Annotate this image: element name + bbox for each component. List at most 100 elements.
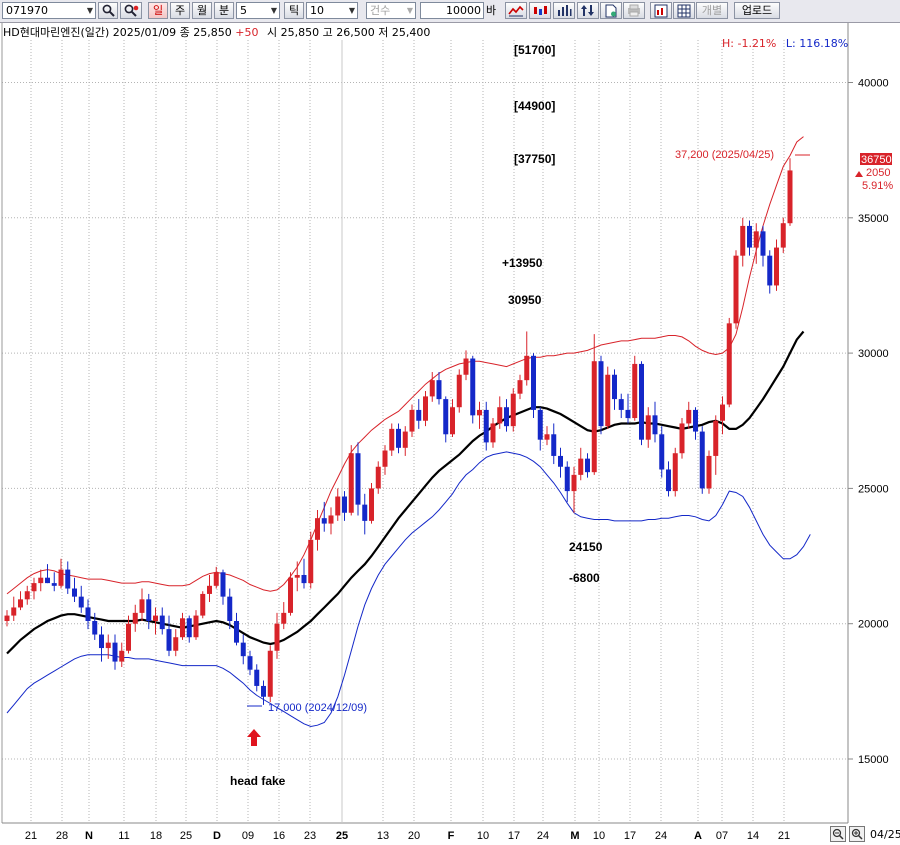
- candle-body: [31, 583, 37, 592]
- candle-body: [267, 650, 273, 697]
- candle-body: [605, 374, 611, 427]
- stock-ohl: 시 25,850 고 26,500 저 25,400: [267, 26, 431, 39]
- up-arrow-icon: [247, 729, 261, 746]
- toolbar: 071970 ▼ 일 주 월 분 5▼ 틱 10▼ 건수 ▼ 10000 바: [0, 0, 900, 23]
- zoom-out-button[interactable]: [830, 826, 846, 842]
- price-tag-value: 36750: [861, 154, 892, 166]
- target-label-1: [51700]: [514, 43, 555, 57]
- minute-combo[interactable]: 5 ▼: [236, 2, 280, 19]
- period-day-button[interactable]: 일: [148, 2, 168, 19]
- candle-body: [551, 434, 557, 456]
- candle-body: [85, 607, 91, 621]
- document-button[interactable]: [600, 2, 622, 19]
- candle-body: [294, 574, 300, 578]
- candle-body: [11, 607, 17, 616]
- candle-body: [591, 361, 597, 473]
- candle-body: [24, 591, 30, 600]
- candle-body: [58, 569, 64, 586]
- chart-line-button[interactable]: [505, 2, 527, 19]
- moving-average-line: [6, 330, 805, 655]
- x-tick-label: 17: [508, 830, 520, 842]
- upload-button[interactable]: 업로드: [734, 2, 780, 19]
- individual-button[interactable]: 개별: [696, 2, 728, 19]
- price-tag-pct: 5.91%: [862, 180, 893, 192]
- tick-combo[interactable]: 10 ▼: [306, 2, 358, 19]
- candle-body: [240, 642, 246, 657]
- candle-body: [699, 431, 705, 489]
- candle-body: [423, 396, 428, 421]
- candle-body: [180, 618, 185, 638]
- stock-code-combo[interactable]: 071970 ▼: [2, 2, 96, 19]
- search-button[interactable]: [98, 2, 118, 19]
- period-month-button[interactable]: 월: [192, 2, 212, 19]
- related-search-button[interactable]: [120, 2, 142, 19]
- sort-button[interactable]: [577, 2, 599, 19]
- candle-body: [740, 225, 746, 256]
- low-pct: L: 116.18%: [785, 37, 849, 50]
- x-tick-label: 17: [624, 830, 636, 842]
- x-tick-label: 13: [377, 830, 389, 842]
- price-tag-change: 2050: [866, 167, 890, 179]
- zoom-out-icon: [832, 828, 844, 840]
- x-tick-label: 24: [537, 830, 549, 842]
- count-combo[interactable]: 건수 ▼: [366, 2, 416, 19]
- amount-input[interactable]: 10000: [420, 2, 484, 19]
- period-minute-button[interactable]: 분: [214, 2, 234, 19]
- candle-body: [227, 596, 233, 621]
- zoom-in-button[interactable]: [849, 826, 865, 842]
- candle-body: [504, 407, 509, 427]
- period-day-label: 일: [152, 4, 164, 17]
- candle-body: [510, 393, 516, 427]
- price-chart[interactable]: 15000 20000 25000 30000 35000 40000 21 28 N 11 18…: [0, 22, 900, 845]
- candle-body: [760, 231, 766, 256]
- candle-body: [639, 363, 644, 440]
- table-button[interactable]: [673, 2, 695, 19]
- tick-label: 틱: [288, 4, 300, 17]
- candle-body: [618, 399, 624, 410]
- high-pct: H: -1.21%: [722, 37, 777, 50]
- amount-unit-text: 바: [485, 4, 497, 17]
- candle-body: [200, 593, 206, 616]
- candle-body: [99, 634, 104, 649]
- candle-body: [4, 615, 10, 621]
- candle-body: [693, 409, 698, 432]
- x-tick-label: 25: [336, 830, 348, 842]
- stock-name-close: HD현대마린엔진(일간) 2025/01/09 종 25,850: [3, 26, 232, 39]
- x-tick-label: 24: [655, 830, 667, 842]
- candle-body: [443, 399, 449, 435]
- candle-body: [477, 409, 482, 416]
- chevron-down-icon: ▼: [86, 6, 93, 15]
- candle-body: [517, 380, 523, 394]
- candle-body: [780, 223, 786, 248]
- stock-code-text: 071970: [6, 4, 48, 17]
- chart-settings-button[interactable]: [650, 2, 672, 19]
- candle-body: [105, 642, 111, 649]
- candle-body: [706, 455, 712, 489]
- x-tick-label: 11: [118, 830, 129, 842]
- candle-body: [65, 569, 71, 589]
- candle-body: [321, 518, 327, 524]
- tick-button[interactable]: 틱: [284, 2, 304, 19]
- candle-body: [672, 453, 678, 492]
- candle-body: [254, 669, 260, 686]
- chart-candle-button[interactable]: [529, 2, 551, 19]
- candle-body: [328, 515, 334, 524]
- candle-body: [166, 629, 172, 651]
- period-week-button[interactable]: 주: [170, 2, 190, 19]
- upload-label: 업로드: [741, 4, 773, 17]
- chevron-down-icon: ▼: [406, 6, 413, 15]
- x-tick-label: N: [85, 830, 93, 842]
- candle-body: [119, 650, 125, 662]
- x-tick-label: 28: [56, 830, 68, 842]
- head-fake-label: head fake: [230, 774, 286, 788]
- candle-body: [585, 458, 590, 473]
- candle-body: [726, 323, 732, 405]
- candle-body: [652, 415, 658, 435]
- candle-body: [666, 469, 671, 492]
- candle-chart-icon: [534, 6, 547, 15]
- print-button[interactable]: [623, 2, 645, 19]
- candle-body: [490, 423, 496, 443]
- count-label: 건수: [370, 4, 391, 17]
- chart-bar-button[interactable]: [553, 2, 575, 19]
- candle-body: [78, 596, 84, 608]
